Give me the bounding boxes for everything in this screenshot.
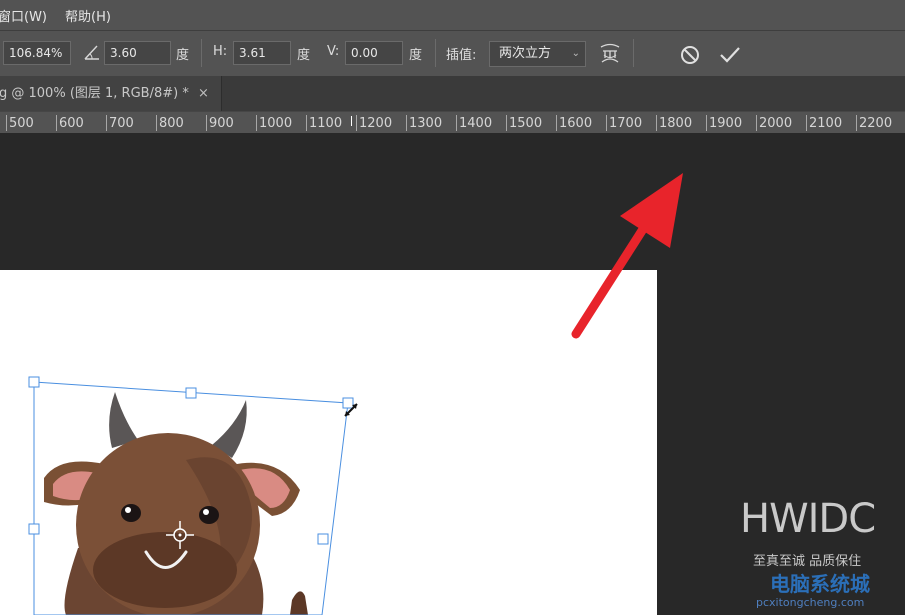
watermark-brand: 电脑系统城: [770, 572, 870, 596]
annotation-arrow-icon: [571, 173, 683, 339]
cow-illustration: [44, 392, 308, 615]
watermark-title: HWIDC: [740, 496, 876, 542]
watermark-subtitle: 至真至诚 品质保住: [753, 554, 862, 569]
watermark-url: pcxitongcheng.com: [756, 596, 865, 609]
watermark: HWIDC 至真至诚 品质保住 电脑系统城 pcxitongcheng.com: [740, 496, 900, 615]
